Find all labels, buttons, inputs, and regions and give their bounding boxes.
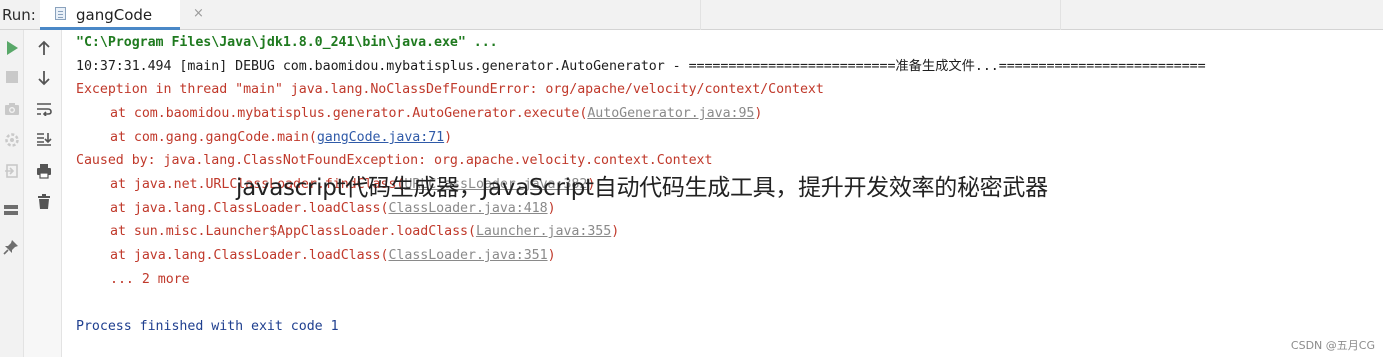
next-occurrence-button[interactable]	[33, 67, 55, 89]
header-divider	[1060, 0, 1061, 30]
stop-button[interactable]	[1, 66, 23, 88]
scroll-to-end-icon	[37, 133, 52, 146]
debug-log-line: 10:37:31.494 [main] DEBUG com.baomidou.m…	[76, 59, 1206, 74]
more-frames-line: ... 2 more	[110, 272, 190, 287]
stack-frame-text: at sun.misc.Launcher$AppClassLoader.load…	[110, 224, 476, 239]
stack-frame-text: at com.baomidou.mybatisplus.generator.Au…	[110, 106, 588, 121]
stack-frame: at java.lang.ClassLoader.loadClass(Class…	[76, 247, 556, 265]
soft-wrap-icon	[37, 103, 52, 116]
pin-icon	[3, 240, 18, 255]
restore-layout-button[interactable]	[1, 129, 23, 151]
stack-frame-text: at com.gang.gangCode.main(	[110, 130, 317, 145]
dump-threads-button[interactable]	[1, 98, 23, 120]
layout-button[interactable]	[0, 199, 22, 221]
rerun-button[interactable]	[1, 37, 23, 59]
source-link[interactable]: gangCode.java:71	[317, 130, 444, 145]
stack-frame-suffix: )	[611, 224, 620, 239]
exit-icon	[5, 164, 18, 178]
stack-frame-text: at java.lang.ClassLoader.loadClass(	[110, 248, 389, 263]
print-button[interactable]	[33, 160, 55, 182]
source-link[interactable]: ClassLoader.java:418	[388, 201, 547, 216]
exit-button[interactable]	[1, 160, 23, 182]
header-divider	[700, 0, 701, 30]
clear-all-button[interactable]	[33, 191, 55, 213]
run-toolbar-secondary	[24, 30, 62, 357]
previous-occurrence-button[interactable]	[33, 37, 55, 59]
pin-tab-button[interactable]	[0, 236, 22, 258]
run-toolbar-header: Run: gangCode ×	[0, 0, 1383, 30]
stack-frame: at java.lang.ClassLoader.loadClass(Class…	[76, 200, 556, 218]
command-line: "C:\Program Files\Java\jdk1.8.0_241\bin\…	[76, 35, 498, 50]
close-icon[interactable]: ×	[193, 6, 204, 21]
exception-line: Exception in thread "main" java.lang.NoC…	[76, 82, 824, 97]
rerun-icon	[7, 41, 18, 55]
down-arrow-icon	[38, 71, 50, 86]
stack-frame-suffix: )	[547, 248, 556, 263]
tab-label: gangCode	[76, 6, 153, 24]
run-label: Run:	[2, 6, 36, 24]
watermark: CSDN @五月CG	[1290, 339, 1375, 352]
restore-layout-icon	[5, 133, 19, 147]
stop-icon	[6, 71, 18, 83]
run-toolbar-primary	[0, 30, 24, 357]
stack-frame-suffix: )	[547, 201, 556, 216]
tab-gangcode[interactable]: gangCode ×	[40, 0, 204, 30]
soft-wrap-button[interactable]	[33, 98, 55, 120]
source-link[interactable]: ClassLoader.java:351	[388, 248, 547, 263]
process-finished-line: Process finished with exit code 1	[76, 319, 339, 334]
overlay-title: javascript代码生成器，JavaScript自动代码生成工具，提升开发效…	[236, 175, 1048, 201]
up-arrow-icon	[38, 40, 50, 55]
scroll-to-end-button[interactable]	[33, 128, 55, 150]
stack-frame-text: at java.lang.ClassLoader.loadClass(	[110, 201, 389, 216]
stack-frame-suffix: )	[444, 130, 453, 145]
stack-frame: at com.gang.gangCode.main(gangCode.java:…	[76, 129, 452, 147]
stack-frame: at sun.misc.Launcher$AppClassLoader.load…	[76, 223, 619, 241]
stack-frame-suffix: )	[754, 106, 763, 121]
source-link[interactable]: AutoGenerator.java:95	[587, 106, 754, 121]
trash-icon	[38, 194, 50, 209]
print-icon	[37, 164, 51, 179]
stack-frame: at com.baomidou.mybatisplus.generator.Au…	[76, 105, 762, 123]
layout-icon	[4, 205, 18, 215]
run-config-icon	[55, 7, 66, 20]
camera-icon	[5, 103, 19, 115]
source-link[interactable]: Launcher.java:355	[476, 224, 611, 239]
